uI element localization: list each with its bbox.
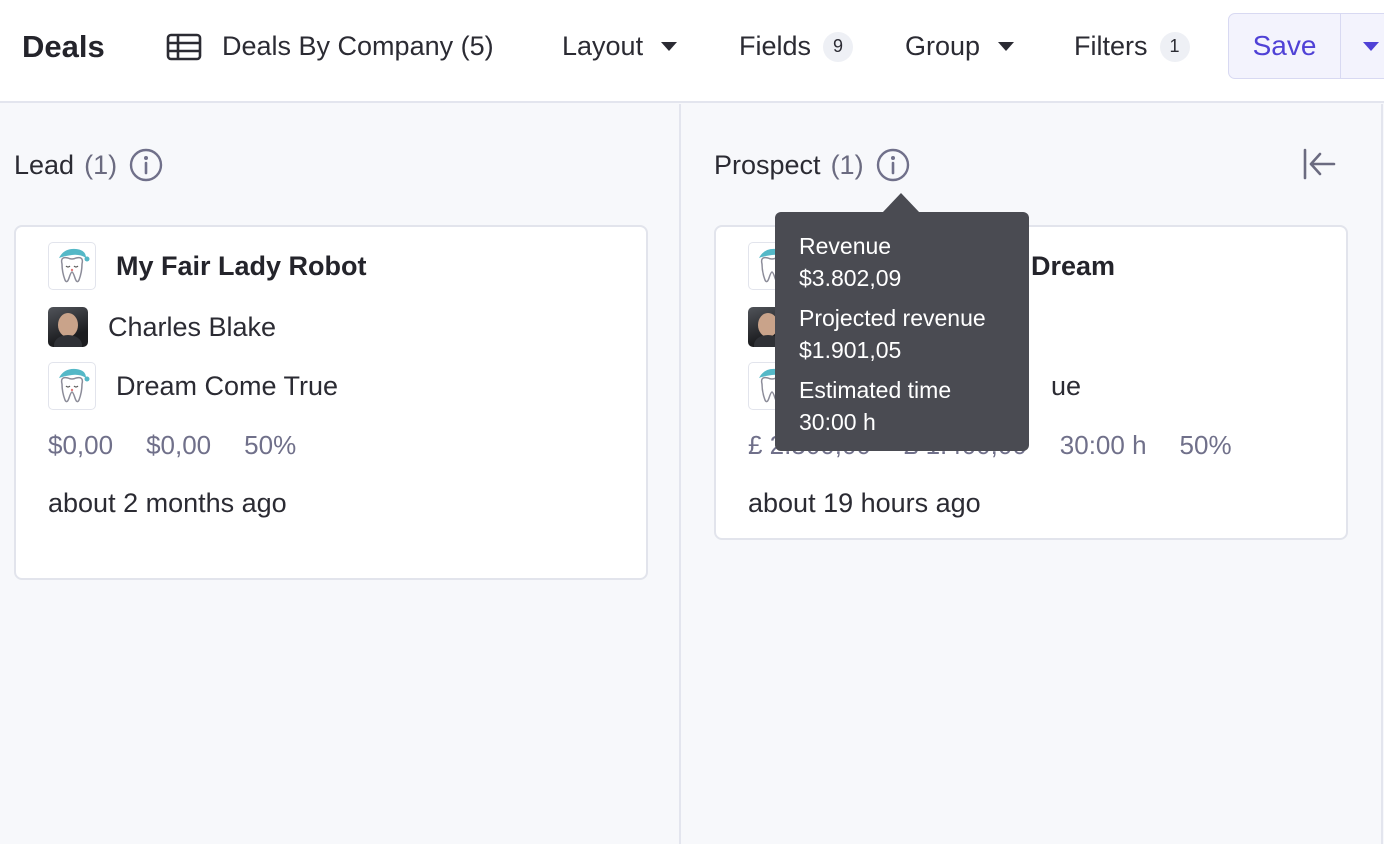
fields-label: Fields [739,31,812,61]
column-title: Lead [14,149,75,180]
save-button[interactable]: Save [1229,14,1340,78]
projected-revenue-value: $0,00 [146,430,212,460]
layout-button[interactable]: Layout [562,0,678,93]
column-count: (1) [830,149,864,180]
layout-label: Layout [562,31,644,61]
updated-row: about 2 months ago [48,483,288,523]
view-selector[interactable]: Deals By Company (5) [166,0,494,93]
group-button[interactable]: Group [905,0,1015,93]
revenue-value: $0,00 [48,430,114,460]
page-title: Deals [22,28,105,64]
column-count: (1) [84,149,118,180]
probability-value: 50% [244,430,297,460]
company-name[interactable]: Dream Come True [116,371,338,402]
updated-row: about 19 hours ago [748,483,981,523]
probability-value: 50% [1179,430,1232,460]
tooltip-time-label: Estimated time [799,377,952,403]
column-summary-tooltip: Revenue $3.802,09 Projected revenue $1.9… [775,193,1029,451]
info-icon[interactable] [876,148,910,182]
table-icon [166,33,202,60]
deal-metrics: $0,00 $0,00 50% [48,430,329,461]
view-name: Deals By Company (5) [222,31,494,61]
deal-row: My Fair Lady Robot [48,242,367,290]
filters-count-badge: 1 [1159,31,1190,62]
contact-row: Charles Blake [48,307,276,347]
fields-button[interactable]: Fields 9 [739,0,854,93]
group-label: Group [905,31,981,61]
filters-button[interactable]: Filters 1 [1074,0,1190,93]
chevron-down-icon [998,42,1015,51]
board-column-lead: Lead (1) My Fair Lady Robot Charles Blak… [0,104,681,844]
tooltip-revenue-value: $3.802,09 [799,265,902,291]
deal-name[interactable]: My Fair Lady Robot [116,251,367,282]
contact-name[interactable]: Charles Blake [108,312,276,343]
tooltip-revenue-label: Revenue [799,233,892,259]
sleepy-tooth-logo-icon [48,362,96,410]
fields-count-badge: 9 [823,31,854,62]
save-options-button[interactable] [1340,14,1384,78]
updated-time: about 19 hours ago [748,488,981,518]
estimated-time-value: 30:00 h [1059,430,1147,460]
info-icon[interactable] [129,148,163,182]
tooltip-projected-value: $1.901,05 [799,337,902,363]
column-header: Prospect (1) [714,146,910,184]
updated-time: about 2 months ago [48,488,287,518]
sleepy-tooth-logo-icon [48,242,96,290]
top-toolbar: Deals Deals By Company (5) Layout Fields… [0,0,1384,103]
column-header: Lead (1) [14,146,163,184]
chevron-down-icon [661,42,678,51]
chevron-down-icon [1363,41,1379,51]
company-name[interactable]: ue [1051,371,1081,402]
company-row: Dream Come True [48,362,338,410]
avatar [48,307,88,347]
filters-label: Filters [1074,31,1148,61]
deal-card[interactable]: My Fair Lady Robot Charles Blake Dream C… [14,225,648,580]
save-button-group: Save [1228,13,1384,79]
deal-name[interactable]: Dream [1031,251,1115,282]
tooltip-time-value: 30:00 h [799,409,876,435]
tooltip-projected-label: Projected revenue [799,305,986,331]
column-title: Prospect [714,149,821,180]
collapse-left-icon[interactable] [1302,148,1336,185]
